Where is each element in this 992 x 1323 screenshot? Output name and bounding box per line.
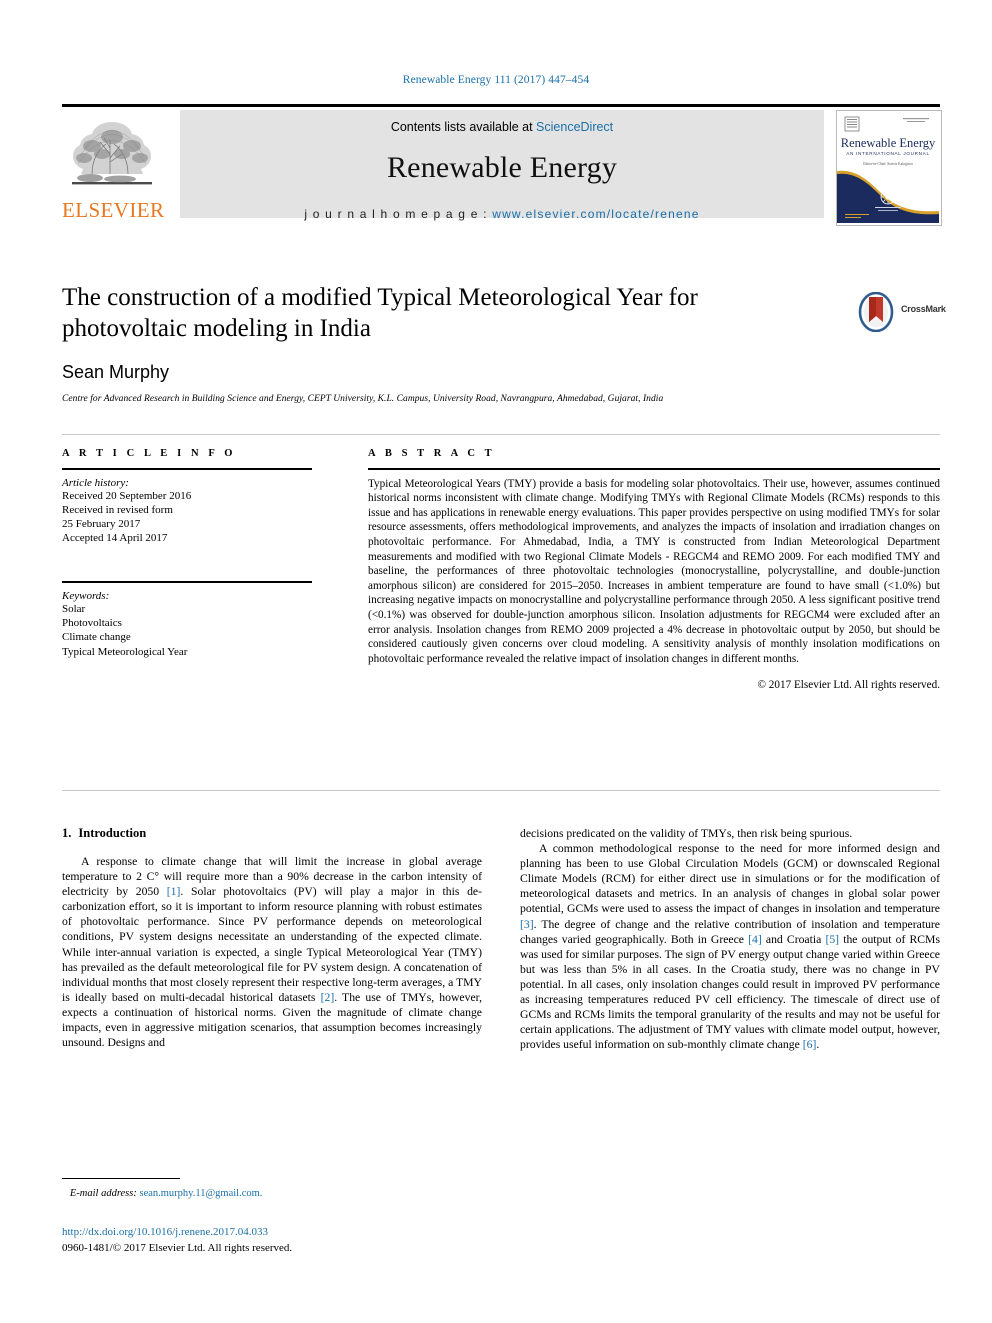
svg-text:AN INTERNATIONAL JOURNAL: AN INTERNATIONAL JOURNAL	[846, 151, 929, 156]
elsevier-tree-icon	[62, 110, 162, 200]
running-head: Renewable Energy 111 (2017) 447–454	[402, 74, 590, 86]
body-columns: 1. Introduction A response to climate cha…	[62, 826, 940, 1266]
masthead-top-rule	[62, 104, 940, 107]
abstract-copyright: © 2017 Elsevier Ltd. All rights reserved…	[757, 679, 941, 692]
sciencedirect-link[interactable]: ScienceDirect	[536, 120, 613, 134]
body-paragraph: A common methodological response to the …	[520, 842, 941, 1052]
info-top-rule	[62, 434, 940, 435]
title-block: The construction of a modified Typical M…	[62, 282, 946, 404]
doi-link[interactable]: http://dx.doi.org/10.1016/j.renene.2017.…	[62, 1226, 268, 1238]
keywords-label: Keywords:	[62, 590, 110, 602]
article-history-label: Article history:	[62, 476, 129, 489]
article-history-item: Accepted 14 April 2017	[62, 532, 168, 545]
contents-prefix: Contents lists available at	[390, 120, 537, 134]
article-history-item: Received 20 September 2016	[62, 489, 192, 502]
elsevier-logo: ELSEVIER	[62, 110, 170, 226]
journal-masthead: ELSEVIER Contents lists available at Sci…	[62, 104, 942, 226]
left-column-paragraphs: A response to climate change that will l…	[62, 854, 482, 1050]
right-column-paragraphs: decisions predicated on the validity of …	[520, 826, 940, 1052]
publication-footer: http://dx.doi.org/10.1016/j.renene.2017.…	[62, 1222, 532, 1254]
body-column-left: 1. Introduction A response to climate cha…	[62, 826, 482, 1050]
crossmark-icon	[858, 291, 894, 333]
keywords-divider	[62, 581, 312, 583]
footnote-rule	[62, 1178, 180, 1179]
keyword-item: Photovoltaics	[62, 617, 122, 630]
body-paragraph: decisions predicated on the validity of …	[520, 827, 853, 840]
body-paragraph: A response to climate change that will l…	[62, 855, 483, 1050]
article-history-item: Received in revised form	[62, 503, 173, 516]
contents-available-line: Contents lists available at ScienceDirec…	[180, 110, 824, 134]
page-title: The construction of a modified Typical M…	[62, 284, 698, 342]
homepage-label: j o u r n a l h o m e p a g e :	[304, 207, 493, 221]
article-info-divider	[62, 468, 312, 470]
section-title: Introduction	[78, 826, 147, 840]
author-email-link[interactable]: sean.murphy.11@gmail.com.	[139, 1188, 262, 1199]
crossmark-badge[interactable]: CrossMark	[857, 291, 946, 333]
journal-cover-thumbnail: Renewable Energy AN INTERNATIONAL JOURNA…	[836, 110, 942, 226]
journal-homepage-line: j o u r n a l h o m e p a g e : www.else…	[180, 207, 824, 221]
paper-page: Renewable Energy 111 (2017) 447–454 ELSE…	[0, 0, 992, 1323]
body-column-right: decisions predicated on the validity of …	[520, 826, 940, 1052]
author-name: Sean Murphy	[62, 362, 170, 382]
email-label: E-mail address:	[69, 1188, 137, 1199]
info-bottom-rule	[62, 790, 940, 791]
journal-title: Renewable Energy	[386, 151, 618, 184]
masthead-center-band: Contents lists available at ScienceDirec…	[180, 110, 824, 221]
keywords-group: Keywords: Solar Photovoltaics Climate ch…	[62, 581, 312, 658]
abstract-heading: A B S T R A C T	[368, 448, 496, 459]
citation-link[interactable]: [5]	[825, 933, 839, 946]
citation-link[interactable]: [3]	[520, 918, 534, 931]
footnote-block: E-mail address: sean.murphy.11@gmail.com…	[62, 1178, 482, 1199]
article-info-column: A R T I C L E I N F O Article history: R…	[62, 448, 312, 659]
author-affiliation: Centre for Advanced Research in Building…	[62, 394, 664, 404]
abstract-text: Typical Meteorological Years (TMY) provi…	[368, 477, 940, 665]
citation-link[interactable]: [6]	[803, 1038, 817, 1051]
elsevier-wordmark: ELSEVIER	[62, 198, 165, 222]
section-heading-introduction: 1. Introduction	[62, 826, 482, 841]
footnote-email-line: E-mail address: sean.murphy.11@gmail.com…	[62, 1188, 482, 1199]
journal-homepage-link[interactable]: www.elsevier.com/locate/renene	[492, 207, 699, 221]
keyword-item: Typical Meteorological Year	[62, 645, 188, 658]
article-history-item: 25 February 2017	[62, 518, 141, 530]
abstract-divider	[368, 468, 940, 470]
issn-copyright-line: 0960-1481/© 2017 Elsevier Ltd. All right…	[62, 1242, 293, 1254]
svg-text:Editor-in-Chief: Soteris Kalog: Editor-in-Chief: Soteris Kalogirou	[863, 162, 913, 166]
keyword-item: Climate change	[62, 631, 131, 644]
citation-link[interactable]: [1]	[167, 885, 181, 898]
keyword-item: Solar	[62, 603, 86, 615]
abstract-column: A B S T R A C T Typical Meteorological Y…	[368, 448, 940, 691]
section-number: 1.	[62, 826, 72, 840]
citation-link[interactable]: [2]	[321, 991, 335, 1004]
article-info-heading: A R T I C L E I N F O	[62, 448, 237, 459]
citation-link[interactable]: [4]	[748, 933, 762, 946]
crossmark-label: CrossMark	[901, 304, 946, 314]
svg-text:Renewable Energy: Renewable Energy	[841, 136, 936, 150]
